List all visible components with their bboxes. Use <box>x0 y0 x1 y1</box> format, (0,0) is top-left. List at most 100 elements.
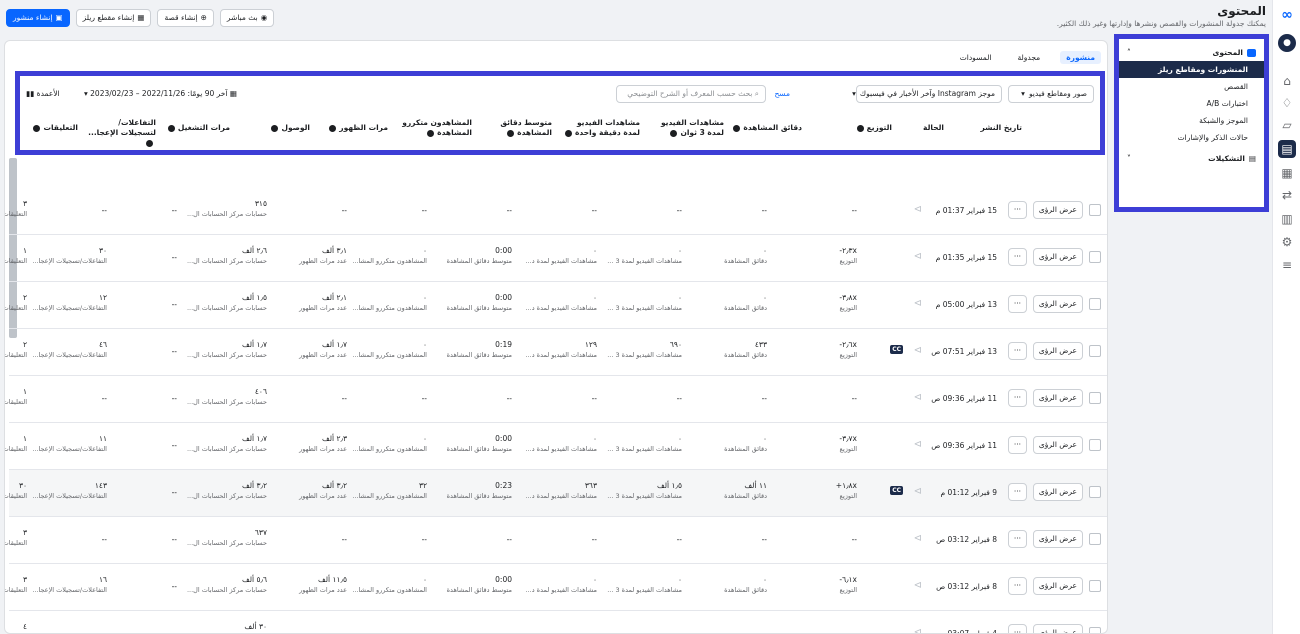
row-checkbox[interactable] <box>1089 251 1101 263</box>
view-insights-button[interactable]: عرض الرؤى <box>1032 389 1083 407</box>
row-reach: ٤٠٦ حسابات مركز الحسابات ال... <box>187 387 267 406</box>
col-publish-date[interactable]: تاريخ النشر <box>980 123 1022 133</box>
more-options-button[interactable]: ··· <box>1007 436 1027 454</box>
table-row[interactable]: عرض الرؤى ··· 8 فبراير 03:12 ص ⊲ -- -- -- -- -- -… <box>5 517 1107 564</box>
ads-icon[interactable]: ⇄ <box>1278 186 1296 204</box>
inbox-icon[interactable]: ▱ <box>1278 116 1296 134</box>
row-comments: ٢ التعليقات <box>5 340 27 359</box>
col-distribution[interactable]: التوزيع <box>856 123 892 133</box>
planner-icon[interactable]: ▦ <box>1278 164 1296 182</box>
row-checkbox[interactable] <box>1089 439 1101 451</box>
more-options-button[interactable]: ··· <box>1007 577 1027 595</box>
table-row[interactable]: عرض الرؤى ··· 8 فبراير 03:12 ص ⊲ ٦٫١x- التوزي… <box>5 564 1107 611</box>
row-distribution-value: ٣٫٧x- <box>839 434 857 443</box>
tab-drafts[interactable]: المسودات <box>954 51 998 64</box>
view-insights-button[interactable]: عرض الرؤى <box>1032 530 1083 548</box>
table-row[interactable]: عرض الرؤى ··· 15 فبراير 01:35 م ⊲ ٢٫٣x- التوز… <box>5 235 1107 282</box>
placement-dropdown[interactable]: موجز Instagram وآخر الأخبار في فيسبوك▾ <box>852 85 1002 103</box>
nav-item-posts-reels[interactable]: المنشورات ومقاطع ريلز <box>1119 61 1264 78</box>
meta-logo-icon[interactable]: ∞ <box>1278 6 1296 24</box>
avatar[interactable]: ● <box>1278 34 1296 52</box>
page-subtitle: يمكنك جدولة المنشورات والقصص ونشرها وإدا… <box>1056 19 1266 28</box>
create-reel-button[interactable]: ▦ إنشاء مقطع ريلز <box>75 9 152 27</box>
view-insights-button[interactable]: عرض الرؤى <box>1032 436 1083 454</box>
row-3s-views-value: ٠ <box>677 575 682 584</box>
col-watch-minutes[interactable]: دقائق المشاهدة <box>733 123 802 133</box>
row-checkbox[interactable] <box>1089 533 1101 545</box>
table-row[interactable]: عرض الرؤى ··· 11 فبراير 09:36 ص ⊲ ٣٫٧x- التوز… <box>5 423 1107 470</box>
col-reactions[interactable]: التفاعلات/ لتسجيلات الإعجا... <box>84 118 156 148</box>
more-options-button[interactable]: ··· <box>1007 295 1027 313</box>
settings-icon[interactable]: ⚙ <box>1278 233 1296 251</box>
row-checkbox[interactable] <box>1089 627 1101 633</box>
view-insights-button[interactable]: عرض الرؤى <box>1032 295 1083 313</box>
tab-published[interactable]: منشورة <box>1060 51 1101 64</box>
col-plays[interactable]: مرات التشغيل <box>167 123 230 133</box>
row-avg-watch-value: 0:00 <box>495 293 512 302</box>
view-insights-button[interactable]: عرض الرؤى <box>1032 624 1083 633</box>
table-row[interactable]: عرض الرؤى ··· 4 فبراير 03:07 ص ⊲ -- -- -- -- -- -… <box>9 611 1107 633</box>
col-repeat-viewers[interactable]: المشاهدون متكررو المشاهدة <box>390 118 472 138</box>
live-button[interactable]: ◉ بث مباشر <box>219 9 275 27</box>
clear-link[interactable]: مسح <box>774 85 790 103</box>
view-insights-button[interactable]: عرض الرؤى <box>1032 577 1083 595</box>
view-insights-button[interactable]: عرض الرؤى <box>1032 201 1083 219</box>
row-1m-views-caption: مشاهدات الفيديو لمدة د... <box>525 445 598 453</box>
content-icon[interactable]: ▤ <box>1278 140 1296 158</box>
row-comments: ٣ التعليقات <box>5 575 27 594</box>
nav-item-stories[interactable]: القصص <box>1119 78 1264 95</box>
tab-scheduled[interactable]: مجدولة <box>1011 51 1046 64</box>
col-1m-views[interactable]: مشاهدات الفيديو لمدة دقيقة واحدة <box>560 118 640 138</box>
table-row[interactable]: عرض الرؤى ··· 11 فبراير 09:36 ص ⊲ -- -- -- -- --… <box>5 376 1107 423</box>
row-checkbox[interactable] <box>1089 345 1101 357</box>
nav-item-mentions-tags[interactable]: حالات الذكر والإشارات <box>1119 129 1264 146</box>
col-comments[interactable]: التعليقات <box>33 123 78 133</box>
row-reactions: -- <box>102 394 107 403</box>
col-impressions[interactable]: مرات الظهور <box>329 123 388 133</box>
more-options-button[interactable]: ··· <box>1007 201 1027 219</box>
more-options-button[interactable]: ··· <box>1007 389 1027 407</box>
row-checkbox[interactable] <box>1089 486 1101 498</box>
col-status[interactable]: الحالة <box>923 123 944 133</box>
row-checkbox[interactable] <box>1089 580 1101 592</box>
table-row[interactable]: عرض الرؤى ··· 13 فبراير 05:00 م ⊲ ٣٫٨x- التوز… <box>5 282 1107 329</box>
more-options-button[interactable]: ··· <box>1007 530 1027 548</box>
col-plays-label: مرات التشغيل <box>177 123 230 132</box>
more-options-button[interactable]: ··· <box>1007 483 1027 501</box>
col-reach[interactable]: الوصول <box>271 123 310 133</box>
columns-button[interactable]: الأعمدة ▮▮ <box>26 85 60 103</box>
type-dropdown[interactable]: صور ومقاطع فيديو▾ <box>1008 85 1094 103</box>
row-1m-views-caption: مشاهدات الفيديو لمدة د... <box>525 257 598 265</box>
row-checkbox[interactable] <box>1089 298 1101 310</box>
menu-icon[interactable]: ≡ <box>1278 256 1296 274</box>
more-options-button[interactable]: ··· <box>1007 248 1027 266</box>
nav-section-content[interactable]: المحتوى ˄ <box>1119 44 1264 61</box>
search-input[interactable]: ⌕ بحث حسب المعرف أو الشرح التوضيحي <box>616 85 766 103</box>
col-avg-watch[interactable]: متوسط دقائق المشاهدة <box>480 118 552 138</box>
view-insights-button[interactable]: عرض الرؤى <box>1032 483 1083 501</box>
nav-item-feed-grid[interactable]: الموجز والشبكة <box>1119 112 1264 129</box>
create-story-button[interactable]: ⊕ إنشاء قصة <box>157 9 214 27</box>
more-options-button[interactable]: ··· <box>1007 624 1027 633</box>
row-impressions-caption: عدد مرات الظهور <box>299 304 347 312</box>
row-checkbox[interactable] <box>1089 204 1101 216</box>
view-insights-button[interactable]: عرض الرؤى <box>1032 342 1083 360</box>
row-reactions: -- <box>102 535 107 544</box>
more-options-button[interactable]: ··· <box>1007 342 1027 360</box>
table-row[interactable]: عرض الرؤى ··· 13 فبراير 07:51 ص ⊲ CC ٢٫٦x- الت… <box>5 329 1107 376</box>
row-checkbox[interactable] <box>1089 392 1101 404</box>
nav-section-collections[interactable]: ▤ التشكيلات ˅ <box>1119 150 1264 167</box>
nav-item-ab-tests[interactable]: اختبارات A/B <box>1119 95 1264 112</box>
row-1m-views: ٣٦٣ مشاهدات الفيديو لمدة د... <box>526 481 598 500</box>
table-row[interactable]: عرض الرؤى ··· 9 فبراير 01:12 م ⊲ CC ١٫٨x+ التو… <box>5 470 1107 517</box>
date-range-picker[interactable]: ▦ آخر 90 يومًا: 2022/11/26 – 2023/02/23 … <box>84 85 237 103</box>
view-insights-button[interactable]: عرض الرؤى <box>1032 248 1083 266</box>
notifications-icon[interactable]: ♢ <box>1278 94 1296 112</box>
table-row[interactable]: عرض الرؤى ··· 15 فبراير 01:37 م ⊲ -- -- -- -- --… <box>5 188 1107 235</box>
col-3s-views[interactable]: مشاهدات الفيديو لمدة 3 ثوان <box>652 118 724 138</box>
row-avg-watch: -- <box>507 535 512 544</box>
insights-icon[interactable]: ▥ <box>1278 210 1296 228</box>
row-repeat-viewers: -- <box>422 629 427 633</box>
home-icon[interactable]: ⌂ <box>1278 72 1296 90</box>
create-post-button[interactable]: ▣ إنشاء منشور <box>6 9 70 27</box>
